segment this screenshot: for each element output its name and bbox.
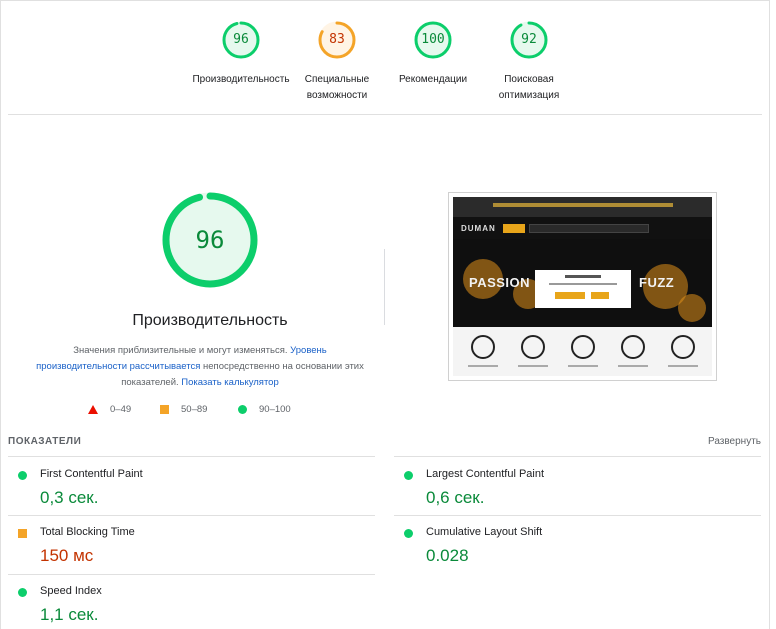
metric-divider <box>394 515 761 516</box>
metric-value: 0,6 сек. <box>426 488 485 507</box>
legend-pass: 90–100 <box>238 404 291 415</box>
metric-divider <box>394 456 761 457</box>
desc-text: Значения приблизительные и могут изменят… <box>73 345 291 356</box>
metric-name: First Contentful Paint <box>40 468 143 480</box>
gauge-score: 92 <box>521 32 537 47</box>
gauge-ring: 96 <box>160 190 260 290</box>
triangle-icon <box>88 405 98 414</box>
gauge-score: 83 <box>329 32 345 47</box>
thumb-modal <box>535 270 631 308</box>
gauge-score: 100 <box>421 32 445 47</box>
circle-icon <box>238 405 247 414</box>
gauge-label: Рекомендации <box>398 74 468 85</box>
performance-description: Значения приблизительные и могут изменят… <box>30 343 370 391</box>
metric-value: 0,3 сек. <box>40 488 99 507</box>
gauge-seo[interactable]: 92 Поисковая оптимизация <box>474 20 584 104</box>
thumb-logo: DUMAN <box>461 224 496 233</box>
pass-circle-icon <box>18 471 27 480</box>
pass-circle-icon <box>404 471 413 480</box>
gauge-ring: 96 <box>221 20 261 60</box>
metric-value: 0.028 <box>426 546 469 565</box>
thumb-hero-text: PASSION <box>469 275 531 290</box>
metric-divider <box>8 456 375 457</box>
metric-value: 1,1 сек. <box>40 605 99 624</box>
legend-average: 50–89 <box>160 404 207 415</box>
score-legend: 0–49 50–89 90–100 <box>88 404 348 418</box>
category-gauges: 96 Производительность 83 Специальные возм… <box>0 0 770 115</box>
metric-divider <box>8 574 375 575</box>
expand-toggle[interactable]: Развернуть <box>708 436 761 447</box>
metrics-header: ПОКАЗАТЕЛИ <box>8 436 82 447</box>
metric-name: Speed Index <box>40 585 102 597</box>
gauge-ring: 100 <box>413 20 453 60</box>
pass-circle-icon <box>18 588 27 597</box>
gauge-accessibility[interactable]: 83 Специальные возможности <box>282 20 392 104</box>
gauge-score: 96 <box>233 32 249 47</box>
square-icon <box>160 405 169 414</box>
vertical-divider <box>384 249 385 325</box>
metric-divider <box>8 515 375 516</box>
pass-circle-icon <box>404 529 413 538</box>
gauge-ring: 83 <box>317 20 357 60</box>
metric-value: 150 мс <box>40 546 94 565</box>
divider <box>8 114 762 115</box>
performance-gauge-large: 96 <box>60 190 360 290</box>
metric-name: Largest Contentful Paint <box>426 468 545 480</box>
performance-title: Производительность <box>132 312 288 329</box>
legend-fail: 0–49 <box>88 404 131 415</box>
screenshot-image: DUMAN PASSION FUZZ <box>453 197 712 376</box>
metric-name: Total Blocking Time <box>40 526 135 538</box>
average-square-icon <box>18 529 27 538</box>
gauge-label: Производительность <box>192 74 290 85</box>
gauge-best-practices[interactable]: 100 Рекомендации <box>378 20 488 88</box>
thumb-hero-text: FUZZ <box>639 275 675 290</box>
performance-score: 96 <box>195 226 225 254</box>
final-screenshot[interactable]: DUMAN PASSION FUZZ <box>448 192 717 381</box>
show-calculator-link[interactable]: Показать калькулятор <box>181 377 278 388</box>
metric-name: Cumulative Layout Shift <box>426 526 543 538</box>
gauge-label: Специальные возможности <box>304 74 370 101</box>
gauge-label: Поисковая оптимизация <box>498 74 560 101</box>
gauge-ring: 92 <box>509 20 549 60</box>
gauge-performance[interactable]: 96 Производительность <box>186 20 296 88</box>
